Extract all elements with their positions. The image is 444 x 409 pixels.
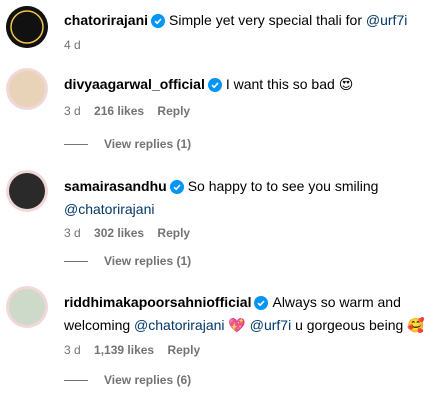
- verified-badge-icon: [207, 77, 222, 97]
- reply-button[interactable]: Reply: [157, 226, 190, 240]
- timestamp: 3 d: [64, 343, 81, 357]
- username[interactable]: riddhimakapoorsahniofficial: [64, 294, 251, 310]
- emoji-heart-eyes-icon: 😍: [338, 77, 354, 93]
- timestamp: 3 d: [64, 226, 81, 240]
- comment-body: samairasandhu So happy to to see you smil…: [64, 176, 436, 241]
- divider-line: [64, 261, 88, 263]
- timestamp: 3 d: [64, 104, 81, 118]
- likes-count[interactable]: 216 likes: [94, 104, 144, 118]
- reply-button[interactable]: Reply: [167, 343, 200, 357]
- avatar[interactable]: [6, 68, 48, 110]
- emoji-heart-icon: 💖: [228, 318, 246, 334]
- timestamp: 4 d: [64, 38, 81, 52]
- mention-link[interactable]: @urf7i: [366, 12, 407, 28]
- comment-text: I want this so bad: [225, 76, 339, 92]
- avatar[interactable]: [6, 170, 48, 212]
- comment-body: riddhimakapoorsahniofficial Always so war…: [64, 292, 436, 358]
- comment-text: Simple yet very special thali for: [169, 12, 366, 28]
- username[interactable]: divyaagarwal_official: [64, 76, 205, 92]
- mention-link[interactable]: @chatorirajani: [134, 317, 224, 333]
- reply-button[interactable]: Reply: [157, 104, 190, 118]
- likes-count[interactable]: 302 likes: [94, 226, 144, 240]
- likes-count[interactable]: 1,139 likes: [94, 343, 154, 357]
- mention-link[interactable]: @chatorirajani: [64, 201, 154, 217]
- view-replies-label: View replies (6): [104, 373, 192, 387]
- verified-badge-icon: [254, 295, 269, 315]
- comment-body: chatorirajani Simple yet very special tha…: [64, 10, 436, 53]
- username[interactable]: samairasandhu: [64, 178, 167, 194]
- username[interactable]: chatorirajani: [64, 12, 148, 28]
- mention-link[interactable]: @urf7i: [250, 317, 291, 333]
- verified-badge-icon: [169, 179, 184, 199]
- view-replies-button[interactable]: View replies (6): [64, 372, 191, 388]
- logo-avatar-icon: [6, 6, 48, 48]
- verified-badge-icon: [151, 13, 166, 33]
- avatar-image: [9, 173, 45, 209]
- comment-text: u gorgeous being: [291, 317, 408, 333]
- view-replies-label: View replies (1): [104, 137, 192, 151]
- view-replies-label: View replies (1): [104, 254, 192, 268]
- view-replies-button[interactable]: View replies (1): [64, 253, 191, 269]
- comment-text: So happy to to see you smiling: [187, 178, 379, 194]
- divider-line: [64, 144, 88, 146]
- comment-meta: 3 d 1,139 likes Reply: [64, 342, 436, 358]
- emoji-smiling-hearts-icon: 🥰: [407, 318, 425, 334]
- comment-body: divyaagarwal_official I want this so bad …: [64, 74, 436, 119]
- divider-line: [64, 380, 88, 382]
- avatar-image: [9, 71, 45, 107]
- view-replies-button[interactable]: View replies (1): [64, 136, 191, 152]
- avatar-image: [9, 289, 45, 325]
- comment-meta: 4 d: [64, 37, 436, 53]
- comment-meta: 3 d 302 likes Reply: [64, 225, 436, 241]
- avatar[interactable]: [6, 6, 48, 48]
- avatar[interactable]: [6, 286, 48, 328]
- comment-meta: 3 d 216 likes Reply: [64, 103, 436, 119]
